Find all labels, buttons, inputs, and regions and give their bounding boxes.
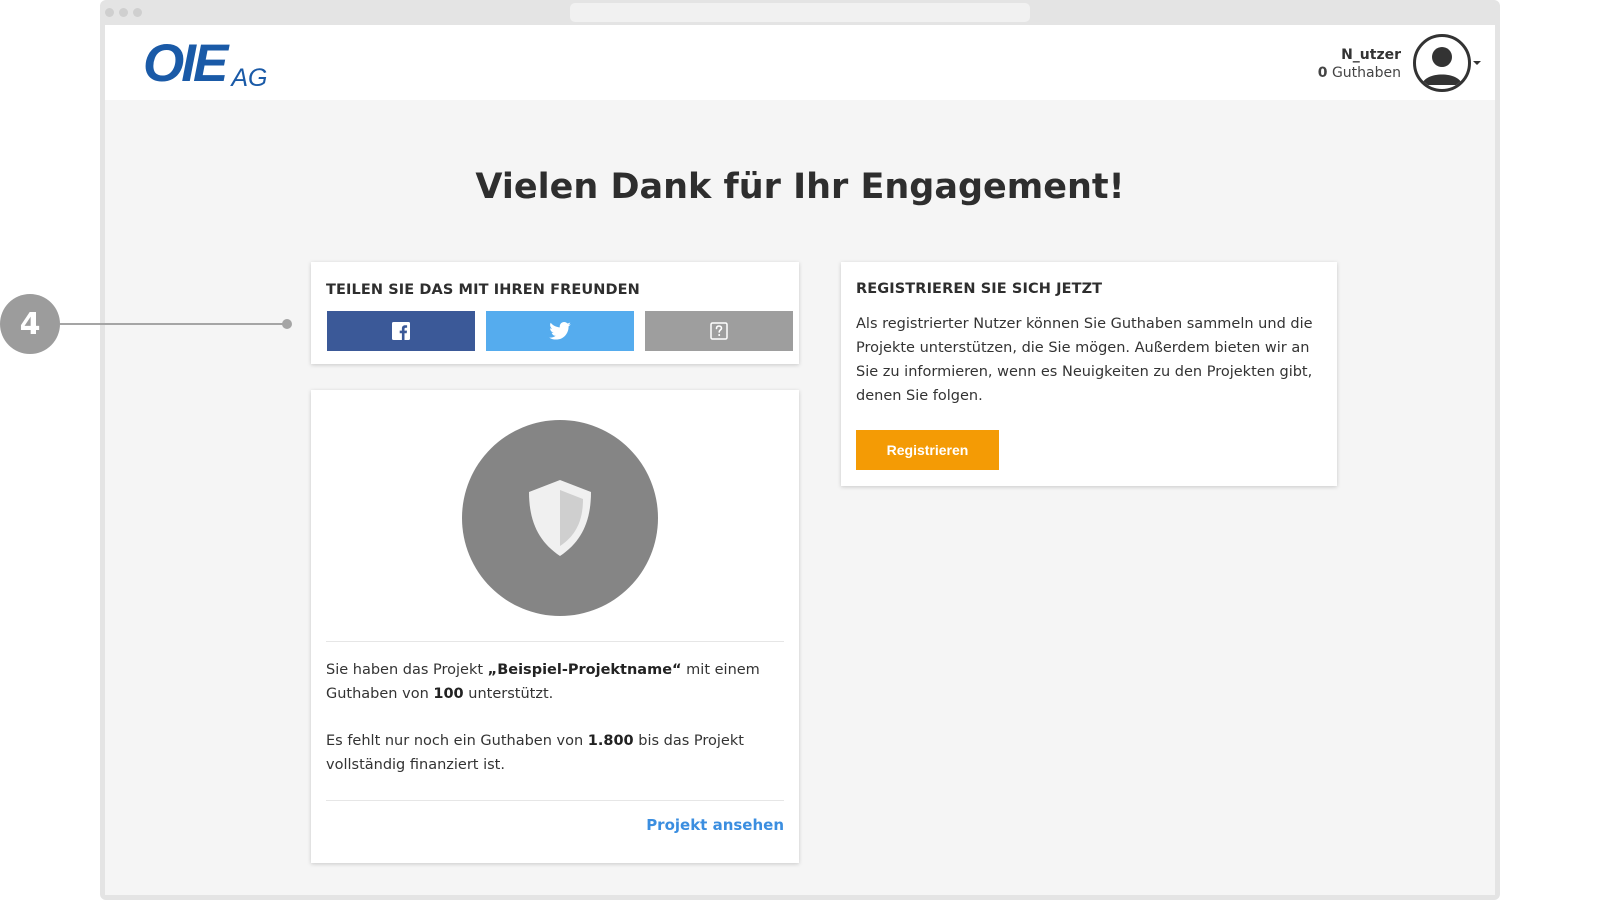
- register-heading: REGISTRIEREN SIE SICH JETZT: [856, 281, 1103, 297]
- text-segment: Sie haben das Projekt: [326, 662, 488, 678]
- chevron-down-icon[interactable]: [1473, 61, 1481, 65]
- divider: [326, 641, 784, 642]
- divider: [326, 800, 784, 801]
- credits-label: Guthaben: [1331, 65, 1401, 81]
- address-bar[interactable]: [570, 3, 1030, 22]
- user-avatar[interactable]: [1413, 34, 1471, 92]
- text-segment: Es fehlt nur noch ein Guthaben von: [326, 733, 588, 749]
- page-title: Vielen Dank für Ihr Engagement!: [475, 167, 1125, 207]
- twitter-icon: [549, 322, 571, 340]
- project-name: „Beispiel-Projektname“: [487, 662, 682, 678]
- window-dot-close[interactable]: [105, 8, 114, 17]
- callout-badge: 4: [0, 294, 60, 354]
- text-segment: unterstützt.: [463, 686, 554, 702]
- register-button[interactable]: Registrieren: [856, 430, 999, 470]
- register-card: REGISTRIEREN SIE SICH JETZT Als registri…: [841, 262, 1337, 486]
- share-card: TEILEN SIE DAS MIT IHREN FREUNDEN: [311, 262, 799, 364]
- user-name: N_utzer: [1341, 47, 1401, 63]
- project-remaining-text: Es fehlt nur noch ein Guthaben von 1.800…: [326, 729, 784, 777]
- project-badge: [462, 420, 658, 616]
- callout-dot: [282, 319, 292, 329]
- shield-icon: [529, 480, 591, 556]
- window-dot-minimize[interactable]: [119, 8, 128, 17]
- remaining-amount: 1.800: [587, 733, 634, 749]
- supported-amount: 100: [433, 686, 464, 702]
- project-card: Sie haben das Projekt „Beispiel-Projektn…: [311, 390, 799, 863]
- site-header: OIE AG N_utzer 0 Guthaben: [105, 25, 1495, 100]
- project-support-text: Sie haben das Projekt „Beispiel-Projektn…: [326, 658, 784, 706]
- user-info[interactable]: N_utzer 0 Guthaben: [1318, 46, 1401, 82]
- view-project-link[interactable]: Projekt ansehen: [646, 816, 784, 834]
- user-credits: 0 Guthaben: [1318, 64, 1401, 82]
- facebook-icon: [392, 322, 410, 340]
- register-text: Als registrierter Nutzer können Sie Guth…: [856, 316, 1313, 404]
- company-logo[interactable]: OIE AG: [143, 34, 268, 93]
- logo-sub-text: AG: [231, 64, 268, 92]
- share-heading: TEILEN SIE DAS MIT IHREN FREUNDEN: [326, 282, 640, 298]
- browser-window: OIE AG N_utzer 0 Guthaben Vielen Dank fü…: [100, 0, 1500, 900]
- facebook-share-button[interactable]: [327, 311, 475, 351]
- credits-value: 0: [1317, 65, 1328, 81]
- page-viewport: OIE AG N_utzer 0 Guthaben Vielen Dank fü…: [105, 25, 1495, 895]
- help-icon: [710, 322, 728, 340]
- window-dot-maximize[interactable]: [133, 8, 142, 17]
- logo-main-text: OIE: [143, 34, 228, 93]
- user-avatar-icon: [1422, 47, 1462, 85]
- callout-line: [60, 323, 285, 325]
- twitter-share-button[interactable]: [486, 311, 634, 351]
- browser-titlebar: [100, 0, 1500, 25]
- other-share-button[interactable]: [645, 311, 793, 351]
